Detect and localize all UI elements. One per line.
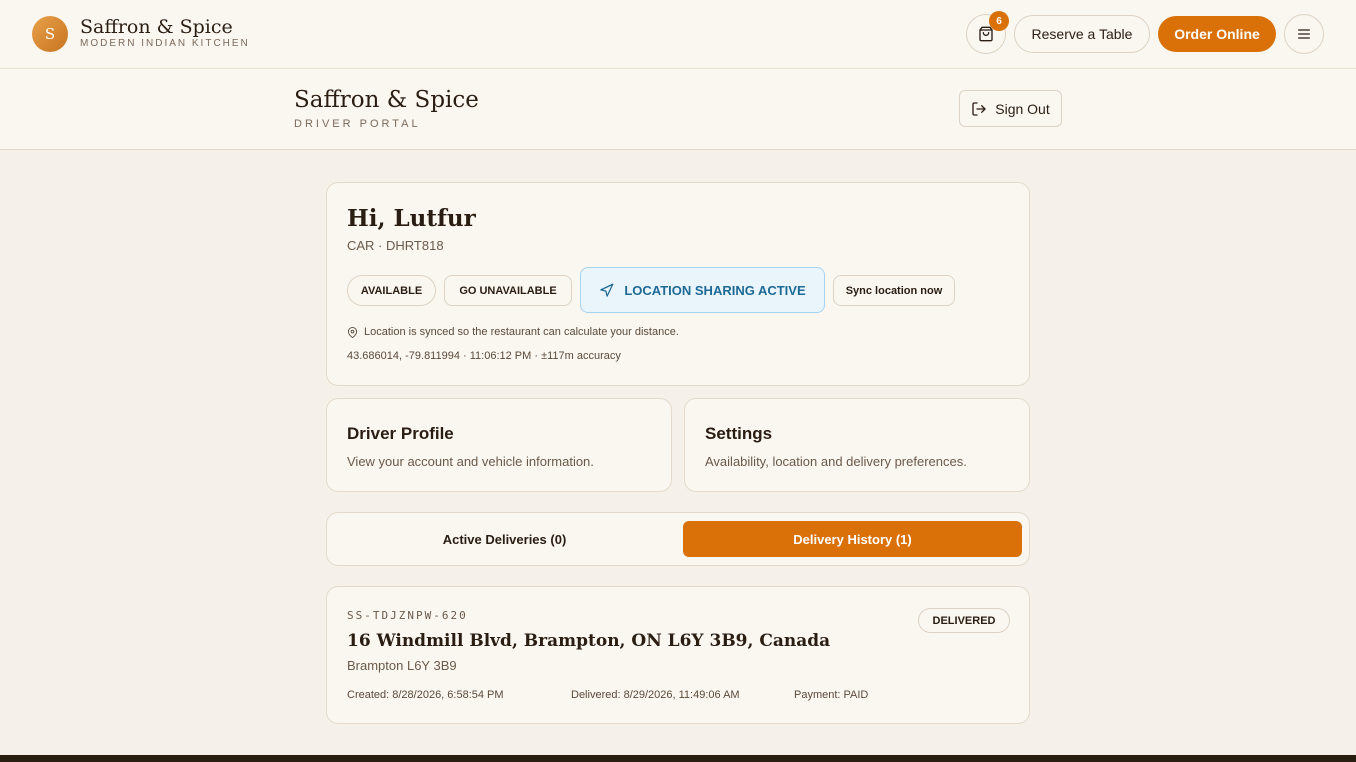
driver-profile-card[interactable]: Driver Profile View your account and veh… [326, 398, 672, 492]
driver-status-card: Hi, Lutfur CAR · DHRT818 AVAILABLE GO UN… [326, 182, 1030, 386]
delivered-time: Delivered: 8/29/2026, 11:49:06 AM [571, 689, 740, 701]
driver-greeting: Hi, Lutfur [347, 205, 476, 232]
log-out-icon [972, 101, 986, 116]
order-id: SS-TDJZNPW-620 [347, 609, 468, 622]
settings-desc: Availability, location and delivery pref… [705, 454, 967, 469]
portal-subtitle: DRIVER PORTAL [294, 118, 421, 130]
available-button[interactable]: AVAILABLE [347, 275, 436, 306]
driver-profile-desc: View your account and vehicle informatio… [347, 454, 594, 469]
delivery-address: 16 Windmill Blvd, Brampton, ON L6Y 3B9, … [347, 631, 831, 651]
go-unavailable-button[interactable]: GO UNAVAILABLE [444, 275, 572, 306]
navigation-arrow-icon [600, 283, 614, 297]
brand-name[interactable]: Saffron & Spice [80, 16, 233, 38]
portal-title: Saffron & Spice [294, 87, 479, 113]
location-sharing-button[interactable]: LOCATION SHARING ACTIVE [580, 267, 825, 313]
sign-out-label: Sign Out [995, 100, 1050, 117]
hamburger-menu-icon [1298, 29, 1310, 39]
tab-active-deliveries[interactable]: Active Deliveries (0) [335, 521, 674, 557]
sign-out-button[interactable]: Sign Out [959, 90, 1062, 127]
cart-count-badge: 6 [989, 11, 1009, 31]
delivery-city: Brampton L6Y 3B9 [347, 658, 457, 673]
created-time: Created: 8/28/2026, 6:58:54 PM [347, 689, 504, 701]
location-note: Location is synced so the restaurant can… [347, 326, 679, 338]
order-online-button[interactable]: Order Online [1158, 16, 1276, 52]
footer-band [0, 755, 1356, 762]
tab-delivery-history[interactable]: Delivery History (1) [683, 521, 1022, 557]
brand-logo[interactable]: S [32, 16, 68, 52]
payment-status: Payment: PAID [794, 689, 869, 701]
location-coordinates: 43.686014, -79.811994 · 11:06:12 PM · ±1… [347, 350, 621, 362]
location-note-text: Location is synced so the restaurant can… [364, 326, 679, 338]
sync-location-button[interactable]: Sync location now [833, 275, 955, 306]
delivery-tabs: Active Deliveries (0) Delivery History (… [326, 512, 1030, 566]
status-badge: DELIVERED [918, 608, 1010, 633]
portal-header: Saffron & Spice DRIVER PORTAL Sign Out [0, 69, 1356, 150]
delivery-item[interactable]: SS-TDJZNPW-620 16 Windmill Blvd, Brampto… [326, 586, 1030, 724]
settings-card[interactable]: Settings Availability, location and deli… [684, 398, 1030, 492]
brand-tagline: MODERN INDIAN KITCHEN [80, 38, 250, 49]
settings-title: Settings [705, 424, 773, 443]
map-pin-icon [347, 326, 358, 338]
driver-profile-title: Driver Profile [347, 424, 454, 443]
top-nav: S Saffron & Spice MODERN INDIAN KITCHEN … [0, 0, 1356, 69]
reserve-table-button[interactable]: Reserve a Table [1014, 15, 1150, 53]
location-sharing-label: LOCATION SHARING ACTIVE [624, 282, 806, 298]
vehicle-info: CAR · DHRT818 [347, 238, 444, 253]
menu-button[interactable] [1284, 14, 1324, 54]
